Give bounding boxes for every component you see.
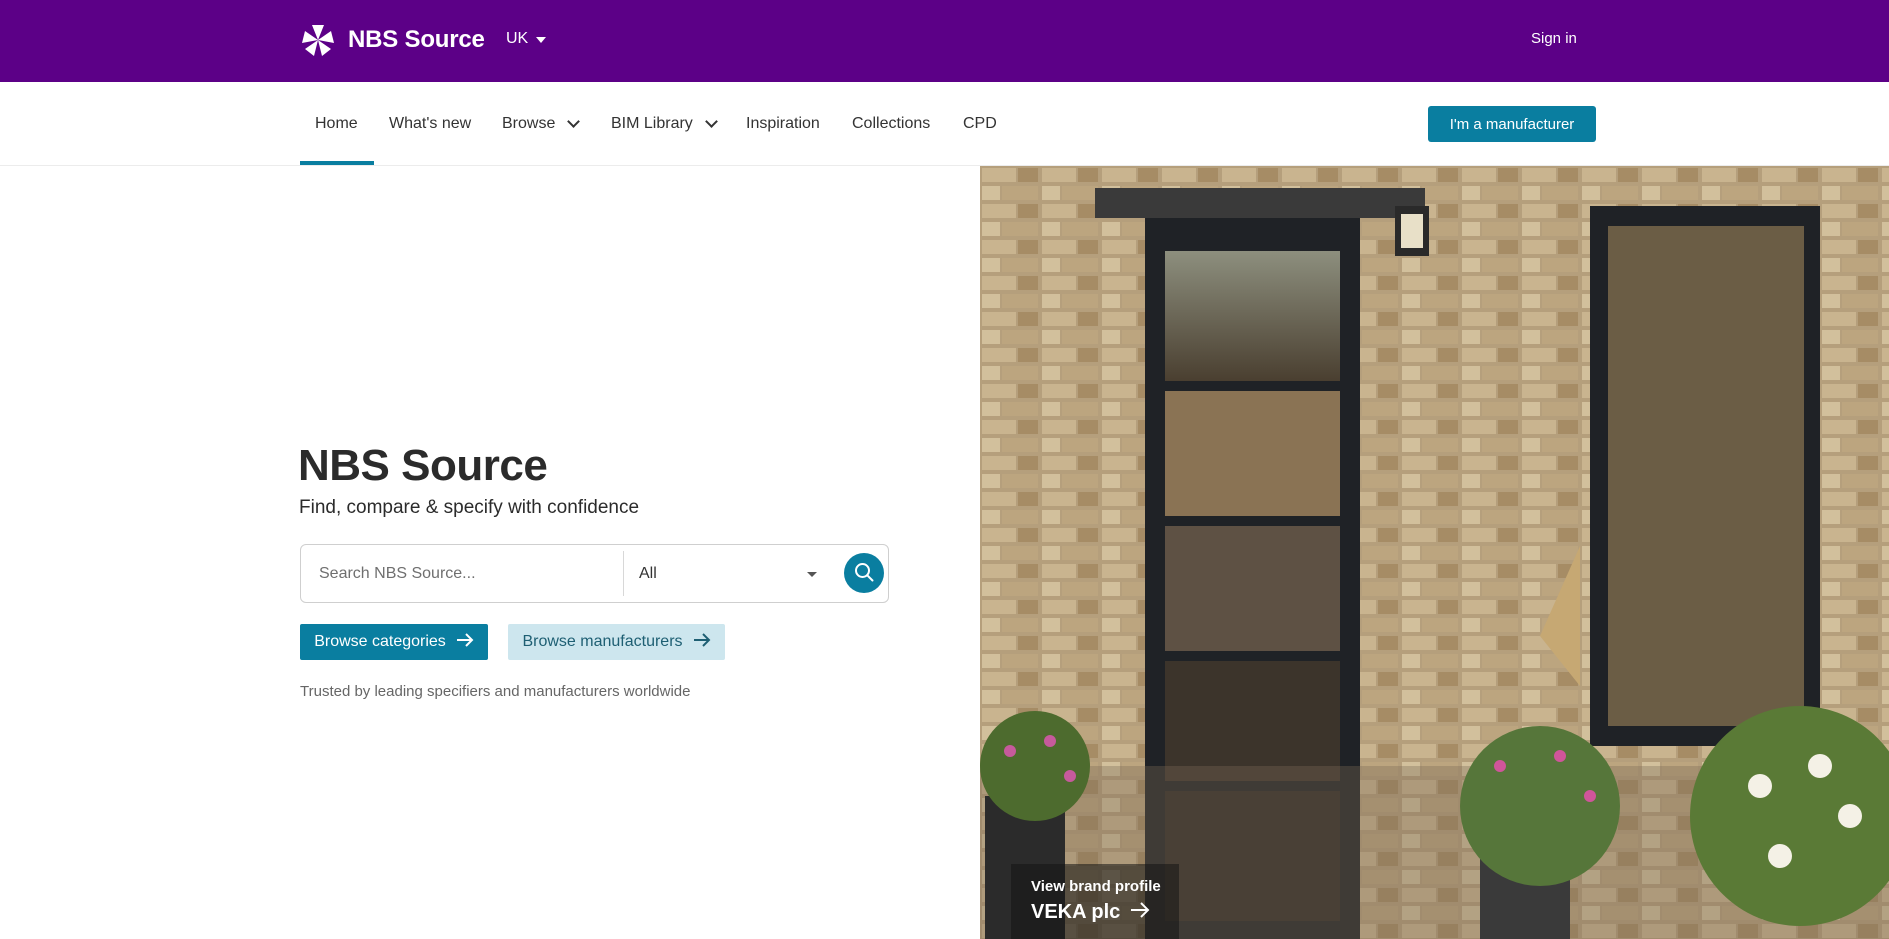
- nav-inspiration-label: Inspiration: [746, 115, 820, 132]
- active-tab-indicator: [300, 161, 374, 165]
- page-title: NBS Source: [298, 441, 548, 490]
- caret-down-icon: [536, 37, 547, 43]
- nav-bim-library[interactable]: BIM Library: [611, 82, 718, 166]
- brand-name: NBS Source: [348, 26, 485, 53]
- search-input[interactable]: [319, 557, 609, 591]
- nav-cpd-label: CPD: [963, 115, 997, 132]
- nav-whats-new-label: What's new: [389, 115, 472, 132]
- brand-profile-card[interactable]: View brand profile VEKA plc: [1011, 864, 1179, 939]
- arrow-right-icon: [693, 632, 711, 652]
- nav-browse[interactable]: Browse: [502, 82, 581, 166]
- nav-collections-label: Collections: [852, 115, 931, 132]
- arrow-right-icon: [1130, 901, 1150, 924]
- nav-cpd[interactable]: CPD: [963, 82, 997, 166]
- brand-card-label: View brand profile: [1031, 878, 1161, 895]
- nav-browse-label: Browse: [502, 115, 556, 132]
- browse-categories-button[interactable]: Browse categories: [300, 624, 488, 660]
- caret-down-icon: [807, 572, 817, 577]
- manufacturer-button[interactable]: I'm a manufacturer: [1428, 106, 1596, 142]
- search-button[interactable]: [844, 553, 884, 593]
- browse-manufacturers-button[interactable]: Browse manufacturers: [508, 624, 725, 660]
- nbs-logo-icon: [300, 22, 336, 58]
- nav-home-label: Home: [315, 115, 358, 132]
- hero-image: [980, 166, 1889, 939]
- brand-logo[interactable]: NBS Source: [300, 22, 485, 58]
- top-header: NBS Source UK Sign in: [0, 0, 1889, 82]
- search-filter-value: All: [639, 565, 657, 582]
- search-divider: [623, 551, 624, 596]
- main-nav: Home What's new Browse BIM Library Inspi…: [0, 82, 1889, 166]
- nav-collections[interactable]: Collections: [852, 82, 930, 166]
- nav-bim-library-label: BIM Library: [611, 115, 693, 132]
- browse-categories-label: Browse categories: [314, 633, 446, 650]
- sign-in-link[interactable]: Sign in: [1531, 30, 1577, 47]
- chevron-down-icon: [704, 115, 718, 128]
- arrow-right-icon: [456, 632, 474, 652]
- nav-whats-new[interactable]: What's new: [389, 82, 471, 166]
- trusted-tagline: Trusted by leading specifiers and manufa…: [300, 683, 691, 700]
- search-bar: All: [300, 544, 889, 603]
- nav-inspiration[interactable]: Inspiration: [746, 82, 820, 166]
- nav-home[interactable]: Home: [315, 82, 358, 166]
- brand-card-name: VEKA plc: [1031, 901, 1121, 923]
- search-filter-select[interactable]: All: [639, 557, 829, 591]
- region-selector[interactable]: UK: [506, 30, 547, 48]
- region-label: UK: [506, 30, 529, 47]
- search-icon: [853, 561, 875, 586]
- page-subtitle: Find, compare & specify with confidence: [299, 497, 640, 518]
- chevron-down-icon: [567, 115, 581, 128]
- brand-card-name-row: VEKA plc: [1031, 901, 1179, 924]
- browse-manufacturers-label: Browse manufacturers: [522, 633, 683, 650]
